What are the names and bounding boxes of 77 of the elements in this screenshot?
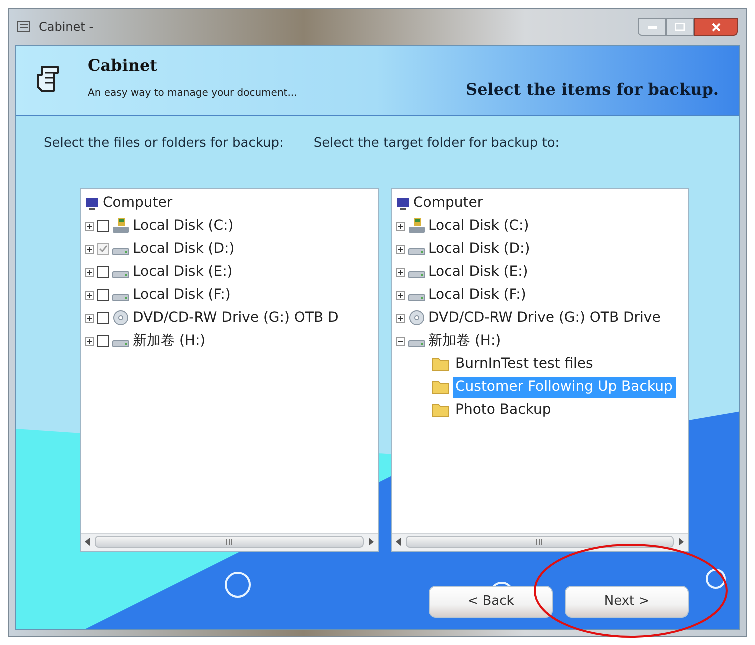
window-title: Cabinet - <box>39 19 94 36</box>
scroll-right-icon[interactable] <box>678 538 684 546</box>
expand-icon[interactable] <box>85 336 94 346</box>
tree-item-label[interactable]: DVD/CD-RW Drive (G:) OTB Drive <box>428 308 661 328</box>
tree-item-label[interactable]: Local Disk (C:) <box>133 216 234 236</box>
expand-icon[interactable] <box>85 268 94 276</box>
step-title: Select the items for backup. <box>466 78 719 100</box>
tree-root-label[interactable]: Computer <box>414 193 484 214</box>
drive-icon <box>408 294 426 302</box>
back-button[interactable]: < Back <box>429 586 553 618</box>
checkbox[interactable] <box>97 335 109 347</box>
checkbox[interactable] <box>97 220 109 232</box>
drive-icon <box>408 248 426 256</box>
expand-icon[interactable] <box>396 244 404 254</box>
checkbox[interactable] <box>97 266 109 278</box>
scroll-thumb[interactable] <box>95 536 364 548</box>
checkbox[interactable] <box>97 289 109 301</box>
scroll-right-icon[interactable] <box>368 538 374 546</box>
disc-drive-icon <box>408 310 426 326</box>
expand-icon[interactable] <box>396 314 404 322</box>
target-label: Select the target folder for backup to: <box>314 135 560 153</box>
tree-item-label[interactable]: Local Disk (C:) <box>428 216 530 236</box>
scroll-left-icon[interactable] <box>85 538 91 546</box>
expand-icon[interactable] <box>396 268 404 276</box>
drive-icon <box>408 340 426 348</box>
drive-icon <box>112 271 130 279</box>
tree-item-label[interactable]: BurnInTest test files <box>452 354 596 374</box>
tree-item-label[interactable]: Local Disk (E:) <box>428 262 528 282</box>
tree-item-label[interactable]: Local Disk (F:) <box>428 284 526 306</box>
tree-item-label[interactable]: 新加卷 (H:) <box>133 330 206 352</box>
tree-item-label[interactable]: DVD/CD-RW Drive (G:) OTB D <box>133 308 339 328</box>
maximize-icon <box>675 23 685 31</box>
expand-icon[interactable] <box>85 244 94 254</box>
minimize-button[interactable] <box>638 18 666 36</box>
scroll-thumb[interactable] <box>406 536 674 548</box>
drive-icon <box>112 248 130 256</box>
horizontal-scrollbar[interactable] <box>392 532 688 550</box>
app-name: Cabinet <box>88 55 159 77</box>
collapse-icon[interactable] <box>396 336 404 346</box>
system-drive-icon <box>112 218 130 234</box>
drive-icon <box>112 340 130 348</box>
folder-icon <box>432 402 450 418</box>
check-icon <box>98 245 108 253</box>
tree-item-label[interactable]: Photo Backup <box>452 400 554 420</box>
checkbox[interactable] <box>97 312 109 324</box>
expand-icon[interactable] <box>396 222 404 230</box>
grip-icon <box>226 539 233 545</box>
horizontal-scrollbar[interactable] <box>81 532 378 550</box>
app-tagline: An easy way to manage your document... <box>88 87 298 101</box>
close-icon <box>712 22 720 32</box>
computer-icon <box>85 196 99 210</box>
disc-drive-icon <box>112 310 130 326</box>
next-button[interactable]: Next > <box>565 586 689 618</box>
tree-item-label[interactable]: Local Disk (D:) <box>428 238 530 260</box>
tree-item-label[interactable]: Local Disk (E:) <box>133 262 233 282</box>
scroll-left-icon[interactable] <box>396 538 402 546</box>
tree-item-label[interactable]: 新加卷 (H:) <box>428 330 502 352</box>
drive-icon <box>408 271 426 279</box>
app-icon <box>17 20 31 34</box>
tree-root-label[interactable]: Computer <box>103 193 173 214</box>
checkbox[interactable] <box>97 243 109 255</box>
expand-icon[interactable] <box>396 290 404 300</box>
system-drive-icon <box>408 218 426 234</box>
grip-icon <box>536 539 544 545</box>
expand-icon[interactable] <box>85 222 94 230</box>
maximize-button[interactable] <box>666 18 694 36</box>
source-label: Select the files or folders for backup: <box>44 135 284 153</box>
folder-icon <box>432 379 450 395</box>
folder-icon <box>432 356 450 372</box>
drive-icon <box>112 294 130 302</box>
expand-icon[interactable] <box>85 314 94 322</box>
close-button[interactable] <box>694 18 738 36</box>
tree-item-label[interactable]: Local Disk (F:) <box>133 284 231 306</box>
minimize-icon <box>648 26 656 28</box>
computer-icon <box>396 196 410 210</box>
expand-icon[interactable] <box>85 290 94 300</box>
tree-item-label[interactable]: Local Disk (D:) <box>133 238 235 260</box>
